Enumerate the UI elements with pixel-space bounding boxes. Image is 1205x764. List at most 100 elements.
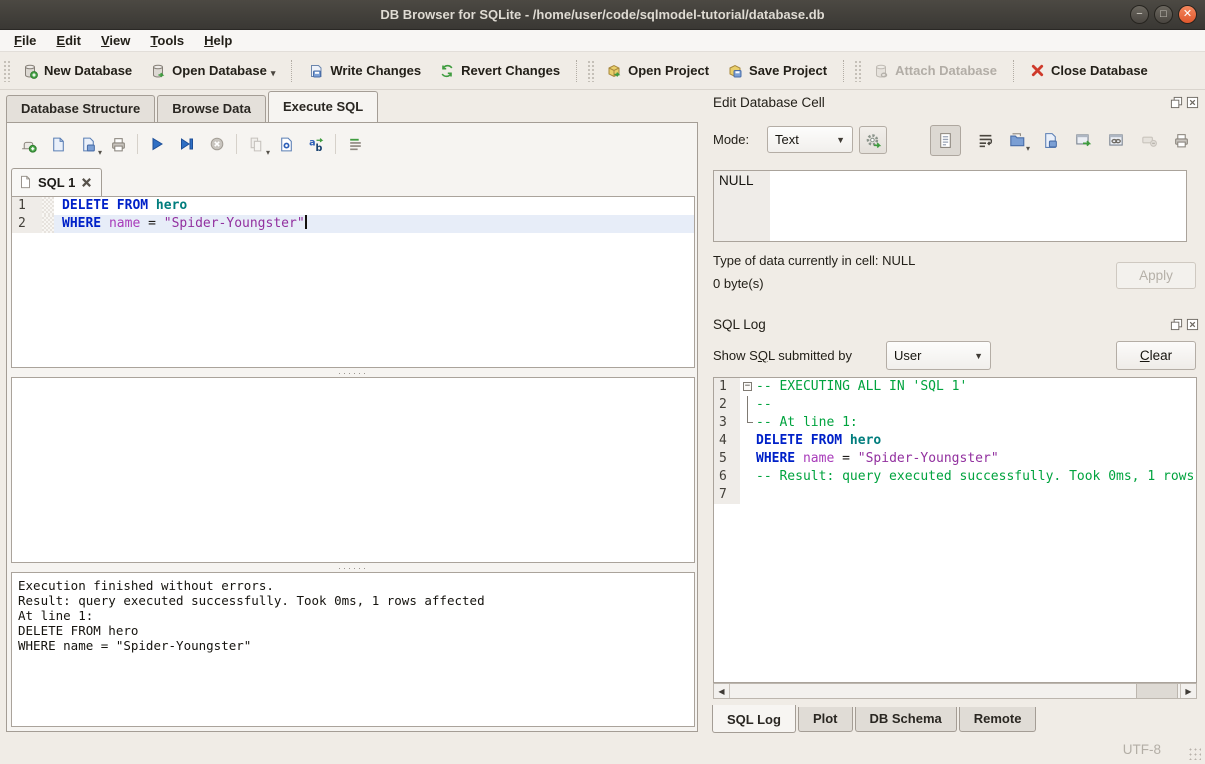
copy-results-button: ▾ xyxy=(241,130,271,158)
window-title: DB Browser for SQLite - /home/user/code/… xyxy=(380,7,824,22)
execute-line-button[interactable] xyxy=(172,130,202,158)
tab-sql-log[interactable]: SQL Log xyxy=(712,705,796,733)
clear-log-button[interactable]: Clear xyxy=(1116,341,1196,370)
write-changes-icon xyxy=(308,63,324,79)
tab-browse-data[interactable]: Browse Data xyxy=(157,95,266,122)
fold-margin[interactable]: − xyxy=(740,378,756,396)
log-filter-label: Show SQL submitted by xyxy=(713,348,852,363)
copy-link-button[interactable] xyxy=(1102,126,1130,154)
tab-remote[interactable]: Remote xyxy=(959,707,1037,732)
editor-line-current: 2 WHERE name = "Spider-Youngster" xyxy=(12,215,694,233)
titlebar: DB Browser for SQLite - /home/user/code/… xyxy=(0,0,1205,30)
splitter-handle[interactable]: ······ xyxy=(11,563,695,572)
tab-plot[interactable]: Plot xyxy=(798,707,853,732)
tab-database-structure[interactable]: Database Structure xyxy=(6,95,155,122)
sql-log-view[interactable]: 1 − -- EXECUTING ALL IN 'SQL 1' 2 -- 3 -… xyxy=(713,377,1197,683)
save-project-button[interactable]: Save Project xyxy=(718,58,836,84)
open-project-button[interactable]: Open Project xyxy=(597,58,718,84)
execution-message: Execution finished without errors.Result… xyxy=(11,572,695,727)
sql-file-tab[interactable]: SQL 1 xyxy=(11,168,102,197)
splitter-handle[interactable]: ······ xyxy=(11,368,695,377)
tab-db-schema[interactable]: DB Schema xyxy=(855,707,957,732)
close-dock-icon[interactable] xyxy=(1186,318,1199,331)
editor-line: 1 DELETE FROM hero xyxy=(12,197,694,215)
menu-edit[interactable]: Edit xyxy=(46,31,91,50)
print-cell-button[interactable] xyxy=(1167,126,1195,154)
replace-text-button[interactable]: ab xyxy=(301,130,331,158)
resize-grip[interactable] xyxy=(1188,747,1201,760)
toolbar-handle xyxy=(3,60,10,82)
results-grid[interactable] xyxy=(11,377,695,563)
find-button[interactable] xyxy=(271,130,301,158)
menu-help[interactable]: Help xyxy=(194,31,242,50)
float-dock-icon[interactable] xyxy=(1170,318,1183,331)
close-tab-icon[interactable] xyxy=(81,177,92,188)
line-number: 1 xyxy=(12,197,42,215)
menu-file[interactable]: File xyxy=(4,31,46,50)
main-tab-bar: Database Structure Browse Data Execute S… xyxy=(6,92,380,122)
statusbar: UTF-8 xyxy=(0,733,1205,764)
cell-value-editor[interactable]: NULL xyxy=(713,170,1187,242)
chevron-down-icon: ▼ xyxy=(964,351,983,361)
toolbar-separator xyxy=(137,134,138,154)
toolbar-handle xyxy=(854,60,861,82)
text-mode-button[interactable] xyxy=(930,125,961,156)
open-external-button[interactable] xyxy=(1069,126,1097,154)
log-line: 4 DELETE FROM hero xyxy=(714,432,1196,450)
dock-tab-bar: SQL Log Plot DB Schema Remote xyxy=(712,707,1038,733)
maximize-button[interactable]: □ xyxy=(1154,5,1173,24)
close-button[interactable]: ✕ xyxy=(1178,5,1197,24)
cell-type-info: Type of data currently in cell: NULL xyxy=(713,253,915,268)
menu-view[interactable]: View xyxy=(91,31,140,50)
log-line: 6 -- Result: query executed successfully… xyxy=(714,468,1196,486)
execute-all-button[interactable] xyxy=(142,130,172,158)
fold-margin xyxy=(740,414,756,432)
fold-margin xyxy=(42,197,54,215)
print-sql-button[interactable] xyxy=(103,130,133,158)
open-database-menu-caret[interactable]: ▾ xyxy=(271,68,276,79)
word-wrap-button[interactable] xyxy=(971,126,999,154)
stop-button xyxy=(202,130,232,158)
tab-execute-sql[interactable]: Execute SQL xyxy=(268,91,378,122)
revert-changes-button[interactable]: Revert Changes xyxy=(430,58,569,84)
minimize-button[interactable]: − xyxy=(1130,5,1149,24)
auto-mode-button[interactable] xyxy=(859,126,887,154)
sql-log-title: SQL Log xyxy=(713,317,766,332)
scroll-right-icon[interactable]: ▶ xyxy=(1180,684,1196,698)
menu-tools[interactable]: Tools xyxy=(140,31,194,50)
toolbar-separator xyxy=(843,60,844,82)
encoding-indicator[interactable]: UTF-8 xyxy=(1123,742,1161,757)
save-project-icon xyxy=(727,63,743,79)
set-null-button xyxy=(1135,126,1163,154)
edit-cell-dock-header: Edit Database Cell xyxy=(713,92,1199,112)
open-database-button[interactable]: Open Database ▾ xyxy=(141,58,284,84)
log-filter-combobox[interactable]: User▼ xyxy=(886,341,991,370)
close-dock-icon[interactable] xyxy=(1186,96,1199,109)
log-line: 5 WHERE name = "Spider-Youngster" xyxy=(714,450,1196,468)
new-database-button[interactable]: New Database xyxy=(13,58,141,84)
new-sql-tab-button[interactable] xyxy=(13,130,43,158)
toolbar-separator xyxy=(1013,60,1014,82)
mode-combobox[interactable]: Text▼ xyxy=(767,126,853,153)
scroll-left-icon[interactable]: ◀ xyxy=(714,684,730,698)
save-sql-file-button[interactable]: ▾ xyxy=(73,130,103,158)
close-database-button[interactable]: Close Database xyxy=(1021,58,1157,83)
format-sql-button[interactable] xyxy=(340,130,370,158)
float-dock-icon[interactable] xyxy=(1170,96,1183,109)
open-database-icon xyxy=(150,63,166,79)
main-toolbar: New Database Open Database ▾ Write Chang… xyxy=(0,52,1205,90)
scrollbar-thumb[interactable] xyxy=(1136,684,1178,698)
sql-editor[interactable]: 1 DELETE FROM hero 2 WHERE name = "Spide… xyxy=(11,196,695,368)
export-cell-data-button[interactable] xyxy=(1036,126,1064,154)
chevron-down-icon: ▼ xyxy=(826,135,845,145)
write-changes-button[interactable]: Write Changes xyxy=(299,58,430,84)
cell-size-info: 0 byte(s) xyxy=(713,276,764,291)
menubar: File Edit View Tools Help xyxy=(0,30,1205,52)
log-line: 3 -- At line 1: xyxy=(714,414,1196,432)
import-cell-data-button[interactable]: ▾ xyxy=(1003,126,1031,154)
close-database-icon xyxy=(1030,63,1045,78)
open-sql-file-button[interactable] xyxy=(43,130,73,158)
fold-margin xyxy=(42,215,54,233)
log-horizontal-scrollbar[interactable]: ◀ ▶ xyxy=(713,683,1197,699)
open-project-icon xyxy=(606,63,622,79)
